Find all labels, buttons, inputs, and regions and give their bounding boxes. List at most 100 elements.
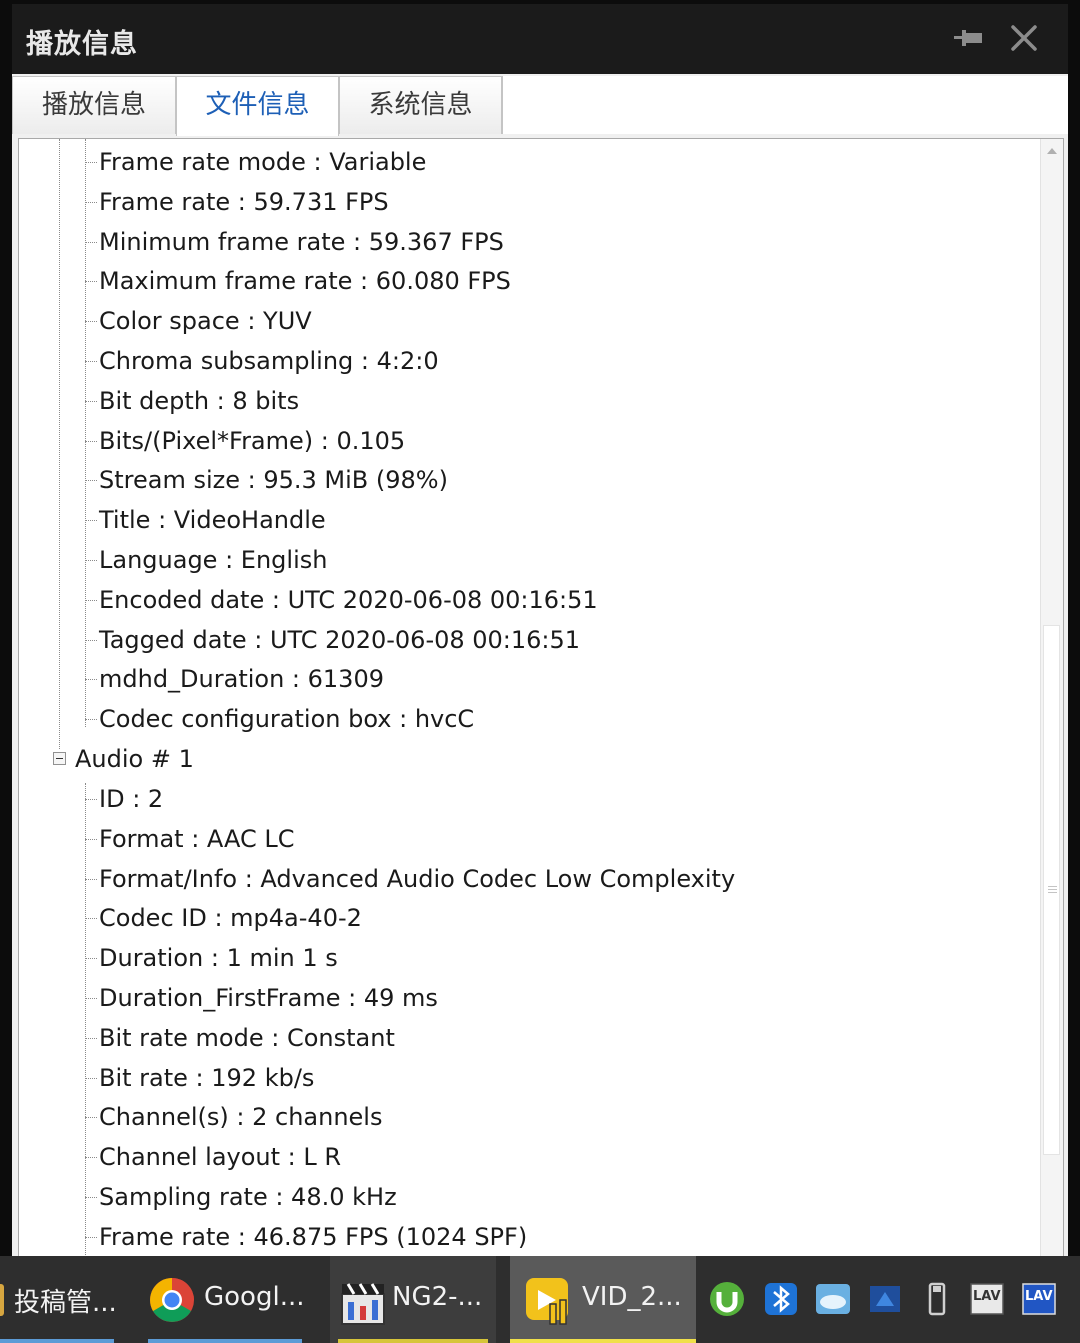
tree-item[interactable]: mdhd_Duration : 61309: [19, 659, 1019, 699]
tree-item-label: Tagged date : UTC 2020-06-08 00:16:51: [99, 625, 581, 654]
tree-item-label: mdhd_Duration : 61309: [99, 665, 384, 694]
tree-item[interactable]: ID : 2: [19, 779, 1019, 819]
tree-item[interactable]: Language : English: [19, 540, 1019, 580]
tree-connector: [85, 679, 97, 681]
tree-item[interactable]: Tagged date : UTC 2020-06-08 00:16:51: [19, 620, 1019, 660]
tree-item[interactable]: Bit rate : 192 kb/s: [19, 1058, 1019, 1098]
tree-item[interactable]: Maximum frame rate : 60.080 FPS: [19, 261, 1019, 301]
tree-node-audio-1[interactable]: Audio # 1: [19, 739, 1019, 779]
taskbar-app-upload[interactable]: 投稿管...: [0, 1256, 122, 1343]
taskbar-active-indicator: [0, 1339, 114, 1343]
tree-item-label: Codec ID : mp4a-40-2: [99, 904, 362, 933]
tree-connector: [85, 520, 97, 522]
tree-connector: [85, 1077, 97, 1079]
tree-connector: [85, 599, 97, 601]
tree-item-label: Color space : YUV: [99, 307, 312, 336]
tree-item[interactable]: Channel layout : L R: [19, 1137, 1019, 1177]
taskbar-active-indicator: [510, 1339, 696, 1343]
window-title: 播放信息: [26, 29, 138, 60]
tree-item[interactable]: Codec ID : mp4a-40-2: [19, 898, 1019, 938]
tree-item-label: Frame rate : 46.875 FPS (1024 SPF): [99, 1222, 528, 1251]
tree-connector: [85, 201, 97, 203]
taskbar-app-vid[interactable]: VID_2...: [510, 1256, 696, 1343]
tree-item[interactable]: Duration : 1 min 1 s: [19, 938, 1019, 978]
tree-item[interactable]: Format : AAC LC: [19, 819, 1019, 859]
tree-item-label: Channel(s) : 2 channels: [99, 1103, 383, 1132]
tab-strip: 播放信息 文件信息 系统信息: [12, 74, 1068, 136]
tree-item[interactable]: Encoded date : UTC 2020-06-08 00:16:51: [19, 580, 1019, 620]
lav-video-icon[interactable]: LAV: [1020, 1280, 1058, 1318]
taskbar-app-ng2[interactable]: NG2-...: [330, 1256, 496, 1343]
title-bar[interactable]: 播放信息: [12, 4, 1068, 74]
close-button[interactable]: [1006, 20, 1042, 56]
tree-item[interactable]: Channel(s) : 2 channels: [19, 1097, 1019, 1137]
tree-connector: [85, 440, 97, 442]
tree-item[interactable]: Frame rate mode : Variable: [19, 142, 1019, 182]
tree-item-label: Frame rate mode : Variable: [99, 148, 427, 176]
tree-item-label: Chroma subsampling : 4:2:0: [99, 347, 439, 375]
tree-item-label: Title : VideoHandle: [99, 506, 326, 535]
tree-item-label: Language : English: [99, 546, 328, 574]
file-info-tree[interactable]: Frame rate mode : Variable Frame rate : 5…: [18, 138, 1064, 1260]
lav-video-label: LAV: [1025, 1289, 1053, 1304]
media-info-window: 播放信息 播放信息 文件信息 系统信息 Frame rate mode: Va…: [12, 4, 1068, 1260]
network-icon[interactable]: [866, 1280, 904, 1318]
tree-item-label: Sampling rate : 48.0 kHz: [99, 1183, 397, 1211]
bluetooth-icon[interactable]: [762, 1280, 800, 1318]
tree-item[interactable]: Stream size : 95.3 MiB (98%): [19, 460, 1019, 500]
tab-file-info[interactable]: 文件信息: [176, 76, 339, 136]
tree-item[interactable]: Title : VideoHandle: [19, 500, 1019, 540]
tree-item[interactable]: Frame rate : 59.731 FPS: [19, 182, 1019, 222]
video-editor-icon: [526, 1278, 568, 1325]
tree-item[interactable]: Bit depth : 8 bits: [19, 381, 1019, 421]
tree-item[interactable]: Sampling rate : 48.0 kHz: [19, 1177, 1019, 1217]
usb-drive-icon[interactable]: [918, 1280, 956, 1318]
tree-item[interactable]: Chroma subsampling : 4:2:0: [19, 341, 1019, 381]
pin-button[interactable]: [950, 22, 986, 56]
tree-connector: [85, 560, 97, 561]
scroll-thumb[interactable]: [1043, 625, 1060, 1155]
tree-item-label: Bit depth : 8 bits: [99, 386, 300, 415]
taskbar-app-chrome[interactable]: Googl...: [140, 1256, 310, 1343]
tree-item-label: Maximum frame rate : 60.080 FPS: [99, 267, 511, 296]
tree-item-label: Bit rate mode : Constant: [99, 1023, 395, 1052]
chrome-icon: [150, 1278, 194, 1322]
tab-play-info[interactable]: 播放信息: [12, 76, 176, 134]
tree-item-label: Frame rate : 59.731 FPS: [99, 187, 389, 216]
tree-connector: [85, 998, 97, 999]
tree-connector: [85, 1197, 97, 1198]
tree-item[interactable]: Codec configuration box : hvcC: [19, 699, 1019, 739]
vertical-scrollbar[interactable]: [1040, 139, 1063, 1260]
tab-system-info[interactable]: 系统信息: [339, 76, 502, 134]
lav-audio-icon[interactable]: LAV: [968, 1280, 1006, 1318]
collapse-toggle[interactable]: [53, 752, 66, 765]
tree-item[interactable]: Minimum frame rate : 59.367 FPS: [19, 222, 1019, 262]
tree-connector: [85, 162, 97, 163]
thumb-grip: [1048, 889, 1057, 890]
tree-item[interactable]: Frame rate : 46.875 FPS (1024 SPF): [19, 1217, 1019, 1257]
tree-connector: [85, 1236, 97, 1238]
cloud-icon[interactable]: [814, 1280, 852, 1318]
tree-connector: [85, 480, 97, 482]
tree-item[interactable]: Format/Info : Advanced Audio Codec Low C…: [19, 859, 1019, 899]
thumb-grip: [1048, 886, 1057, 887]
taskbar-label: 投稿管...: [14, 1288, 117, 1318]
thumb-grip: [1048, 892, 1057, 893]
tree-connector: [85, 321, 97, 323]
taskbar-label: Googl...: [204, 1282, 305, 1312]
utorrent-icon[interactable]: [708, 1280, 746, 1318]
taskbar-active-indicator: [148, 1339, 302, 1343]
taskbar-label: NG2-...: [392, 1282, 483, 1312]
tree-connector: [85, 958, 97, 960]
tree-item[interactable]: Bits/(Pixel*Frame) : 0.105: [19, 421, 1019, 461]
tree-item[interactable]: Color space : YUV: [19, 301, 1019, 341]
pin-icon: [954, 30, 982, 46]
tree-item[interactable]: Duration_FirstFrame : 49 ms: [19, 978, 1019, 1018]
tree-connector: [85, 1037, 97, 1039]
tree-connector: [85, 361, 97, 362]
tree-item-label: Bits/(Pixel*Frame) : 0.105: [99, 426, 406, 455]
tree-item-label: Bit rate : 192 kb/s: [99, 1063, 315, 1092]
tree-item[interactable]: Bit rate mode : Constant: [19, 1018, 1019, 1058]
tree-connector: [85, 400, 97, 402]
scroll-up-arrow[interactable]: [1041, 139, 1063, 163]
